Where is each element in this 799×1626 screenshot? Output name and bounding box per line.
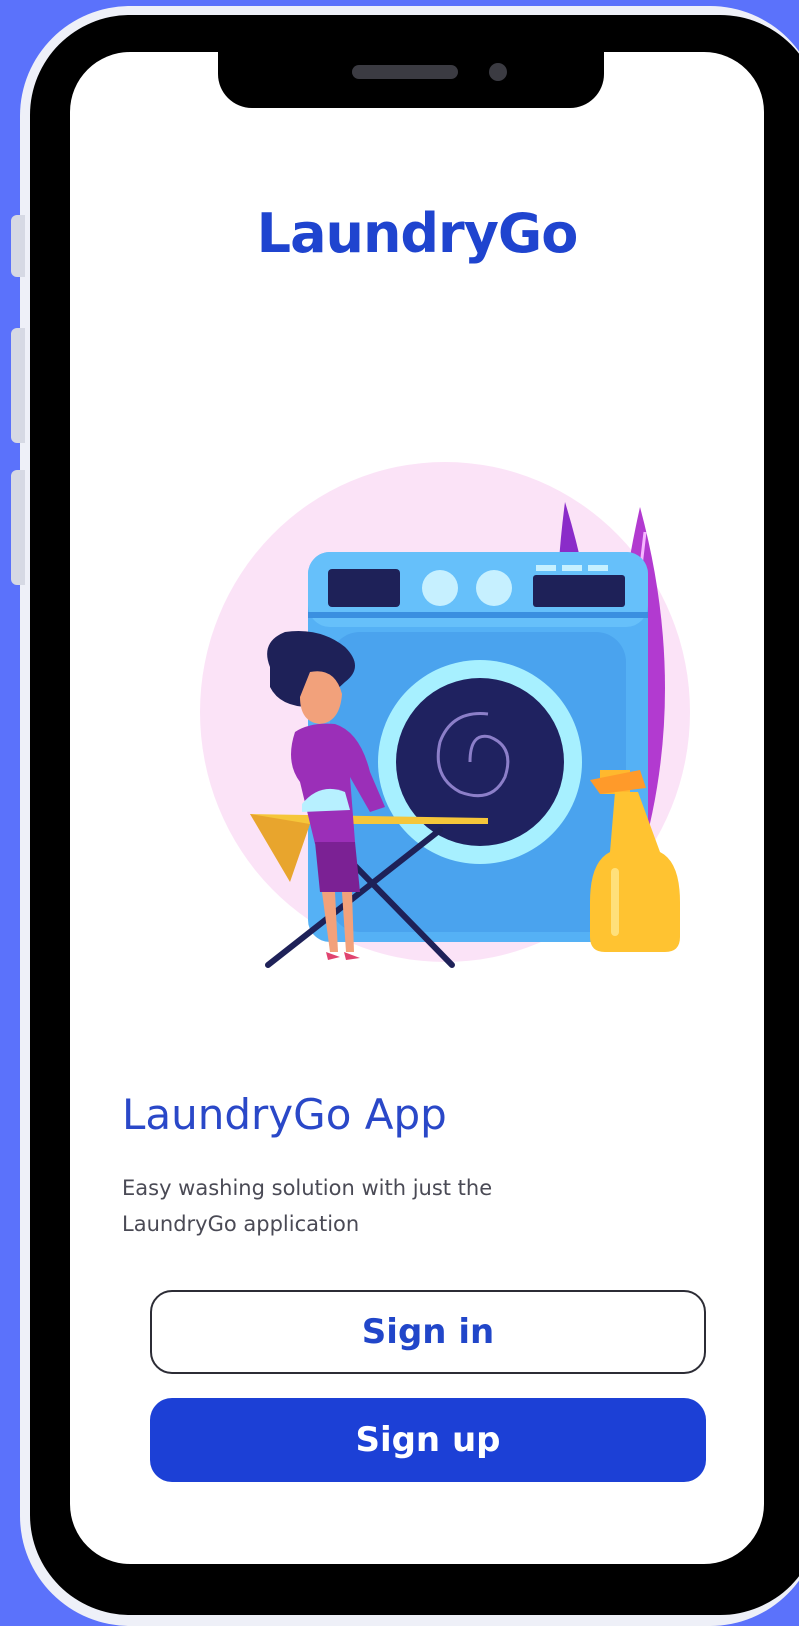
camera-icon	[489, 63, 507, 81]
hero-title: LaundryGo App	[122, 1090, 447, 1139]
sign-up-button[interactable]: Sign up	[150, 1398, 706, 1482]
phone-notch	[218, 40, 604, 108]
phone-side-button	[11, 215, 25, 277]
laundry-illustration-icon	[200, 462, 690, 968]
app-logo: LaundryGo	[256, 202, 579, 265]
phone-side-button	[11, 328, 25, 443]
hero-subtitle: Easy washing solution with just the Laun…	[122, 1176, 493, 1236]
sign-in-button[interactable]: Sign in	[150, 1290, 706, 1374]
phone-side-button	[11, 470, 25, 585]
speaker-icon	[352, 65, 458, 79]
app-screen: LaundryGo LaundryGo App Easy washing sol…	[70, 52, 764, 1564]
laundry-illustration	[170, 432, 690, 992]
